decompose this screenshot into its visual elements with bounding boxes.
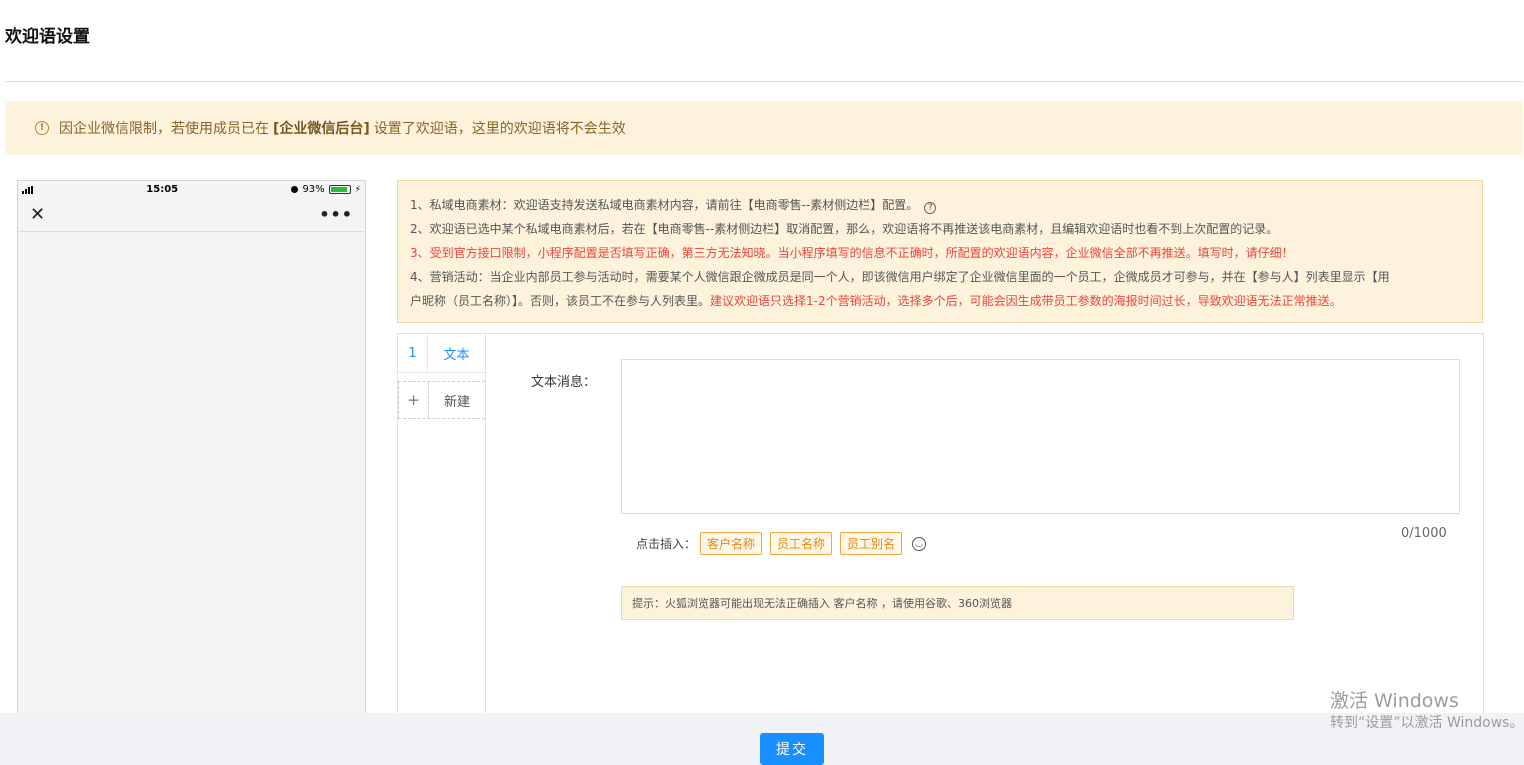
- text-message-input[interactable]: [621, 359, 1460, 514]
- signal-icon: [22, 185, 33, 194]
- title-divider: [5, 81, 1523, 82]
- tab-text-message[interactable]: 1 文本: [398, 334, 485, 373]
- info-icon: !: [35, 121, 49, 135]
- phone-nav-bar: ✕ •••: [18, 198, 365, 232]
- warning-text-highlight: [企业微信后台]: [273, 121, 370, 137]
- charging-icon: ⚡: [354, 184, 361, 195]
- insert-staff-name-tag[interactable]: 员工名称: [770, 532, 833, 555]
- warning-text-suffix: 设置了欢迎语，这里的欢迎语将不会生效: [373, 121, 626, 137]
- message-tabs: 1 文本 + 新建: [398, 334, 486, 723]
- footer-bar: 提交: [0, 713, 1524, 765]
- close-icon: ✕: [30, 203, 46, 225]
- question-icon[interactable]: ?: [924, 202, 937, 214]
- emoji-icon[interactable]: ◡: [912, 536, 927, 551]
- phone-preview: 15:05 93% ⚡ ✕ •••: [17, 180, 366, 720]
- tab-label: 文本: [443, 347, 470, 363]
- battery-icon: [328, 185, 351, 194]
- insert-row: 点击插入： 客户名称 员工名称 员工别名 ◡: [636, 532, 927, 555]
- new-message-label: 新建: [443, 394, 470, 410]
- note-line-1: 1、私域电商素材：欢迎语支持发送私域电商素材内容，请前往【电商零售--素材侧边栏…: [410, 193, 1482, 217]
- text-message-label: 文本消息：: [531, 375, 597, 390]
- warning-banner: ! 因企业微信限制，若使用成员已在 [企业微信后台] 设置了欢迎语，这里的欢迎语…: [5, 101, 1523, 155]
- notes-panel: 1、私域电商素材：欢迎语支持发送私域电商素材内容，请前往【电商零售--素材侧边栏…: [397, 180, 1483, 323]
- note-line-2: 2、欢迎语已选中某个私域电商素材后，若在【电商零售--素材侧边栏】取消配置，那么…: [410, 222, 1279, 236]
- insert-label: 点击插入：: [636, 537, 697, 551]
- note-line-3: 3、受到官方接口限制，小程序配置是否填写正确，第三方无法知晓。当小程序填写的信息…: [410, 246, 1294, 260]
- welcome-editor: 1 文本 + 新建 文本消息： 0/1000 点击插入： 客户名称 员工名称 员…: [397, 333, 1484, 723]
- new-message-button[interactable]: + 新建: [398, 381, 485, 419]
- browser-hint: 提示：火狐浏览器可能出现无法正确插入 客户名称 ，请使用谷歌、360浏览器: [621, 586, 1294, 620]
- page-title: 欢迎语设置: [5, 27, 90, 47]
- tab-number: 1: [398, 334, 428, 372]
- submit-button[interactable]: 提交: [760, 733, 824, 765]
- phone-status-bar: 15:05 93% ⚡: [18, 181, 365, 198]
- note-line-4a: 4、营销活动：当企业内部员工参与活动时，需要某个人微信跟企微成员是同一个人，即该…: [410, 270, 1390, 284]
- insert-customer-name-tag[interactable]: 客户名称: [700, 532, 763, 555]
- note-line-4b: 户昵称（员工名称）】。否则，该员工不在参与人列表里。建议欢迎语只选择1-2个营销…: [410, 294, 1342, 308]
- phone-time: 15:05: [146, 184, 179, 195]
- insert-staff-alias-tag[interactable]: 员工别名: [840, 532, 903, 555]
- char-counter: 0/1000: [1401, 526, 1447, 541]
- alarm-icon: [291, 186, 299, 193]
- note-line-4c: 建议欢迎语只选择1-2个营销活动，选择多个后，可能会因生成带员工参数的海报时间过…: [710, 294, 1342, 308]
- more-icon: •••: [319, 205, 353, 224]
- battery-percent: 93%: [302, 184, 325, 195]
- plus-icon: +: [399, 382, 429, 418]
- warning-text-prefix: 因企业微信限制，若使用成员已在: [59, 121, 269, 137]
